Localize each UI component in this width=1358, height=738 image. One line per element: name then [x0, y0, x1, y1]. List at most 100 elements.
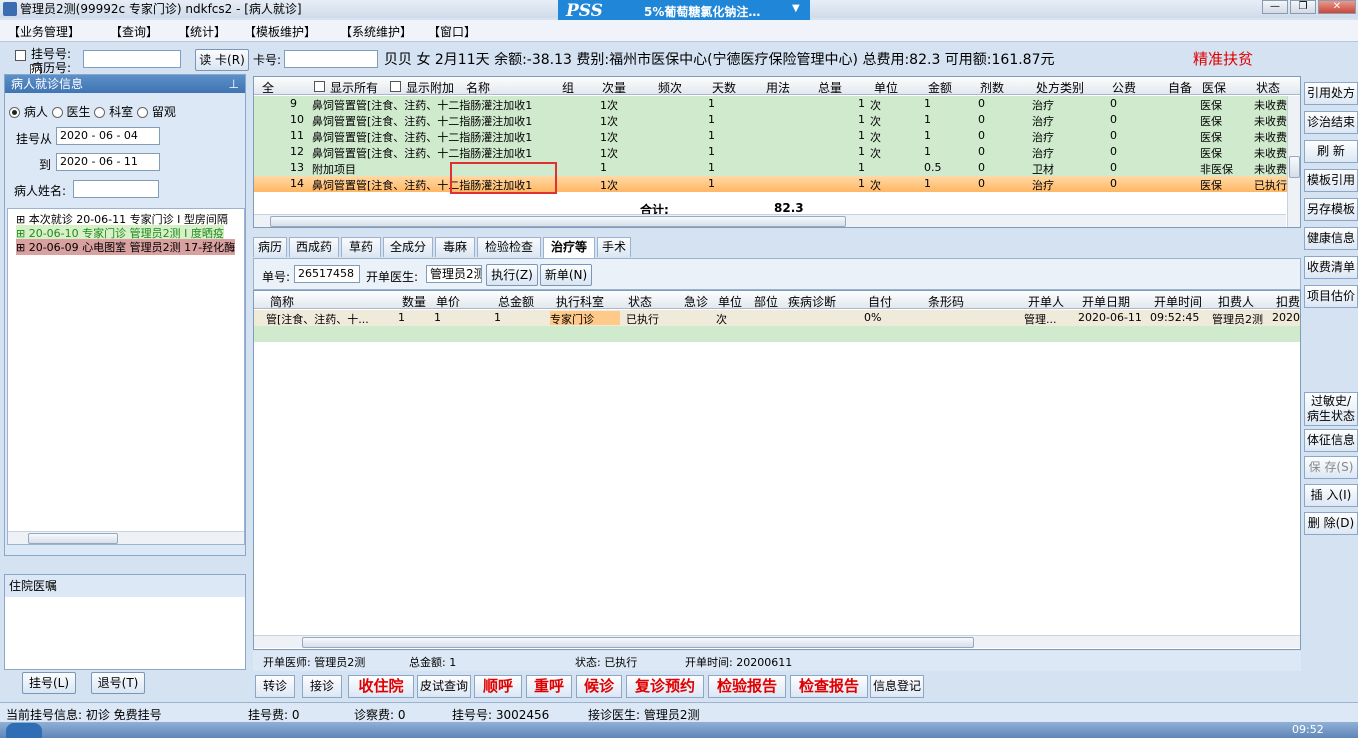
col-self[interactable]: 自备 [1168, 79, 1192, 96]
radio-patient[interactable] [9, 107, 20, 118]
col-barcode[interactable]: 条形码 [928, 293, 964, 310]
table-row-selected[interactable]: ✔ 14鼻饲管置管[注食、注药、十二指肠灌注加收11次11次10治疗0医保已执行 [254, 176, 1300, 192]
info-register-button[interactable]: 信息登记 [870, 675, 924, 698]
col-diagnosis[interactable]: 疾病诊断 [788, 293, 836, 310]
prescription-hscroll[interactable] [254, 214, 1286, 227]
reg-no-input[interactable] [83, 50, 181, 68]
save-template-button[interactable]: 另存模板 [1304, 198, 1358, 221]
tab-record[interactable]: 病历 [253, 237, 287, 257]
col-price[interactable]: 单价 [436, 293, 460, 310]
table-row-empty[interactable] [254, 326, 1300, 342]
execute-button[interactable]: 执行(Z) [486, 264, 538, 286]
refresh-button[interactable]: 刷 新 [1304, 140, 1358, 163]
tab-ingredient[interactable]: 全成分 [383, 237, 433, 257]
delete-button[interactable]: 删 除(D) [1304, 512, 1358, 535]
col-dose[interactable]: 次量 [602, 79, 626, 96]
col-type[interactable]: 处方类别 [1036, 79, 1084, 96]
show-all-checkbox[interactable] [314, 81, 325, 92]
tab-lab[interactable]: 检验检查 [477, 237, 541, 257]
order-doc-input[interactable]: 管理员2测 [426, 265, 482, 283]
drug-banner[interactable]: PSS 5%葡萄糖氯化钠注… ▼ [558, 0, 810, 22]
show-extra-checkbox[interactable] [390, 81, 401, 92]
lab-report-button[interactable]: 检验报告 [708, 675, 786, 698]
menu-window[interactable]: 【窗口】 [428, 23, 476, 40]
patient-name-input[interactable] [73, 180, 159, 198]
receive-button[interactable]: 接诊 [302, 675, 342, 698]
col-all[interactable]: 全 [262, 79, 274, 96]
radio-observe[interactable] [137, 107, 149, 118]
chevron-down-icon[interactable]: ▼ [792, 3, 800, 14]
waiting-button[interactable]: 候诊 [576, 675, 622, 698]
col-insurance[interactable]: 医保 [1202, 79, 1226, 96]
menu-stats[interactable]: 【统计】 [178, 23, 226, 40]
admit-button[interactable]: 收住院 [348, 675, 414, 698]
col-sum[interactable]: 总金额 [498, 293, 534, 310]
col-amount[interactable]: 金额 [928, 79, 952, 96]
col-show-extra[interactable]: 显示附加 [406, 79, 454, 96]
transfer-button[interactable]: 转诊 [255, 675, 295, 698]
tree-item-visit[interactable]: ⊞ 20-06-09 心电图室 管理员2测 17-羟化酶 [16, 239, 236, 255]
tab-treatment[interactable]: 治疗等 [543, 237, 595, 258]
prescription-vscroll[interactable] [1287, 96, 1300, 227]
col-group[interactable]: 组 [562, 79, 574, 96]
col-unit[interactable]: 单位 [874, 79, 898, 96]
exam-report-button[interactable]: 检查报告 [790, 675, 868, 698]
tab-western[interactable]: 西成药 [289, 237, 339, 257]
tab-narcotic[interactable]: 毒麻 [435, 237, 475, 257]
table-row[interactable]: 11 鼻饲管置管[注食、注药、十二指肠灌注加收1 1次 1 1 次 1 0 治疗 0 医保 未收费 [254, 128, 1300, 144]
col-creator[interactable]: 开单人 [1028, 293, 1064, 310]
new-order-button[interactable]: 新单(N) [540, 264, 592, 286]
menu-business[interactable]: 【业务管理】 [8, 23, 80, 40]
template-cite-button[interactable]: 模板引用 [1304, 169, 1358, 192]
col-date[interactable]: 开单日期 [1082, 293, 1130, 310]
table-row[interactable]: 10 鼻饲管置管[注食、注药、十二指肠灌注加收1 1次 1 1 次 1 0 治疗 0 医保 未收费 [254, 112, 1300, 128]
menu-system[interactable]: 【系统维护】 [340, 23, 412, 40]
col-dept[interactable]: 执行科室 [556, 293, 604, 310]
read-card-button[interactable]: 读 卡(R) [195, 49, 249, 71]
date-to-input[interactable]: 2020 - 06 - 11 [56, 153, 160, 171]
follow-up-button[interactable]: 复诊预约 [626, 675, 704, 698]
col-state[interactable]: 状态 [628, 293, 652, 310]
table-row[interactable]: 9 鼻饲管置管[注食、注药、十二指肠灌注加收1 1次 1 1 次 1 0 治疗 0 医保 未收费 [254, 96, 1300, 112]
radio-doctor[interactable] [51, 107, 63, 118]
pin-icon[interactable]: ⊥ [229, 75, 239, 93]
table-row[interactable]: 管[注食、注药、十... 1 1 1 专家门诊 已执行次 0% 管理... 2020-06-… [254, 310, 1300, 326]
reg-no-checkbox[interactable] [15, 50, 26, 61]
minimize-button[interactable]: — [1262, 0, 1288, 14]
register-button[interactable]: 挂号(L) [22, 672, 76, 694]
menu-query[interactable]: 【查询】 [110, 23, 158, 40]
detail-hscroll[interactable] [254, 635, 1300, 648]
col-time[interactable]: 开单时间 [1154, 293, 1202, 310]
table-row[interactable]: 12 鼻饲管置管[注食、注药、十二指肠灌注加收1 1次 1 1 次 1 0 治疗 0 医保 未收费 [254, 144, 1300, 160]
menu-template[interactable]: 【模板维护】 [244, 23, 316, 40]
order-no-input[interactable]: 26517458 [294, 265, 360, 283]
col-selfpay[interactable]: 自付 [868, 293, 892, 310]
col-days[interactable]: 天数 [712, 79, 736, 96]
unregister-button[interactable]: 退号(T) [91, 672, 145, 694]
cite-prescription-button[interactable]: 引用处方 [1304, 82, 1358, 105]
col-urgent[interactable]: 急诊 [684, 293, 708, 310]
col-name[interactable]: 名称 [466, 79, 490, 96]
col-total[interactable]: 总量 [818, 79, 842, 96]
col-short[interactable]: 简称 [270, 293, 294, 310]
restore-button[interactable]: ❐ [1290, 0, 1316, 14]
date-from-input[interactable]: 2020 - 06 - 04 [56, 127, 160, 145]
tab-surgery[interactable]: 手术 [597, 237, 631, 257]
table-row[interactable]: 13 附加项目 1 1 1 0.5 0 卫材 0 非医保 未收费 [254, 160, 1300, 176]
col-unit2[interactable]: 单位 [718, 293, 742, 310]
col-charger[interactable]: 扣费人 [1218, 293, 1254, 310]
insert-button[interactable]: 插 入(I) [1304, 484, 1358, 507]
health-info-button[interactable]: 健康信息 [1304, 227, 1358, 250]
col-site[interactable]: 部位 [754, 293, 778, 310]
skin-test-button[interactable]: 皮试查询 [417, 675, 471, 698]
close-button[interactable]: ✕ [1318, 0, 1356, 14]
start-icon[interactable] [6, 723, 42, 738]
col-qty[interactable]: 数量 [402, 293, 426, 310]
col-chargedate[interactable]: 扣费 [1276, 293, 1300, 310]
call-next-button[interactable]: 顺呼 [474, 675, 522, 698]
tab-herbal[interactable]: 草药 [341, 237, 381, 257]
allergy-button[interactable]: 过敏史/病生状态 [1304, 392, 1358, 426]
col-usage[interactable]: 用法 [766, 79, 790, 96]
finish-visit-button[interactable]: 诊治结束 [1304, 111, 1358, 134]
recall-button[interactable]: 重呼 [526, 675, 572, 698]
